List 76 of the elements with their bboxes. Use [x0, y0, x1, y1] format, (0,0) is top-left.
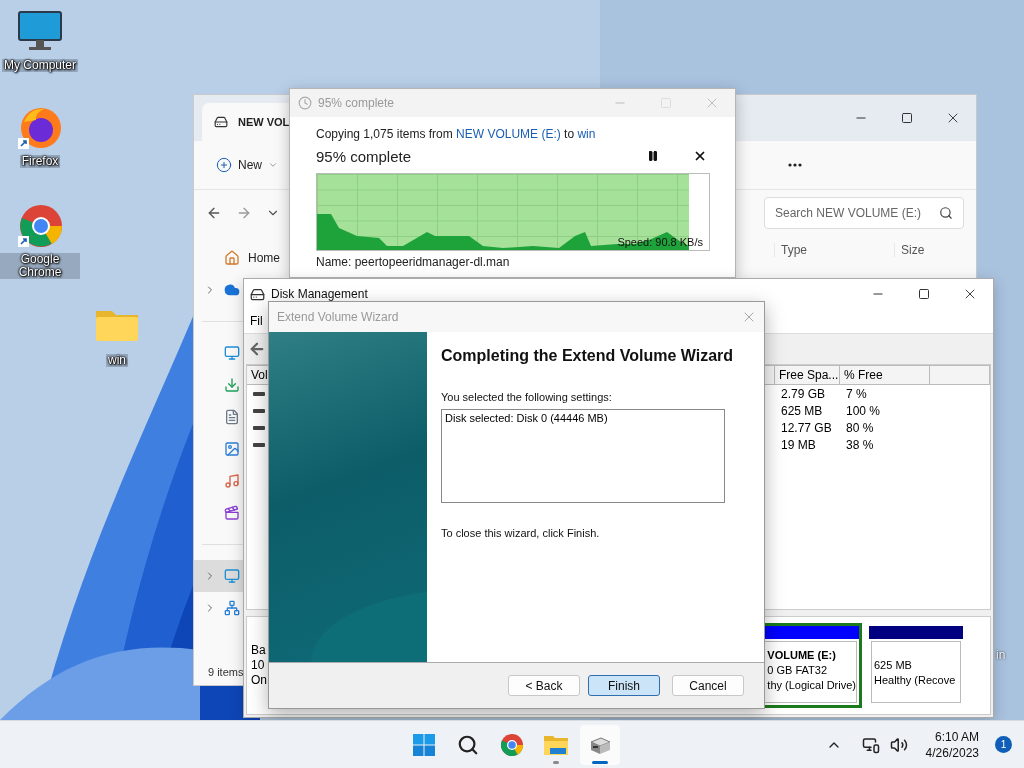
disk-label: 10: [251, 658, 266, 673]
maximize-icon[interactable]: [901, 112, 913, 124]
status-text: 9 items: [208, 666, 244, 678]
settings-item: Disk selected: Disk 0 (44446 MB): [445, 412, 609, 424]
drive-icon: [253, 408, 265, 413]
table-cell-text: 7 %: [845, 385, 868, 402]
document-icon: [224, 409, 240, 425]
picture-icon: [224, 441, 240, 457]
window-title: Disk Management: [271, 287, 369, 301]
search-icon: [457, 733, 479, 756]
table-cell-text: 625 MB: [780, 402, 824, 419]
sidebar-item[interactable]: Home: [194, 242, 286, 274]
notification-badge[interactable]: 1: [995, 736, 1012, 753]
chrome-icon: [500, 732, 524, 757]
partition-size: 0 GB FAT32: [767, 663, 829, 678]
back-icon[interactable]: [248, 340, 266, 358]
table-cell-text: 2.79 GB: [780, 385, 827, 402]
column-header[interactable]: Type: [774, 243, 894, 257]
music-icon: [224, 473, 240, 489]
search-field[interactable]: Search NEW VOLUME (E:): [764, 197, 964, 229]
progress-status: 95% complete: [316, 147, 413, 165]
back-icon[interactable]: [206, 205, 222, 221]
partition-status: thy (Logical Drive): [767, 678, 856, 693]
window-title: 95% complete: [318, 96, 396, 110]
chevron-down-icon: [268, 160, 278, 170]
sidebar-item[interactable]: [194, 560, 246, 592]
cloud-icon: [224, 282, 240, 298]
network-icon[interactable]: [861, 735, 880, 754]
volume-icon[interactable]: [889, 735, 908, 754]
windows-logo-icon: [412, 732, 436, 757]
forward-icon[interactable]: [236, 205, 252, 221]
monitor-icon: [224, 568, 240, 584]
target-link[interactable]: win: [577, 127, 596, 141]
download-icon: [224, 377, 240, 393]
table-cell-text: 19 MB: [780, 436, 817, 453]
pause-icon: [647, 150, 659, 162]
network-icon: [224, 600, 240, 616]
column-header[interactable]: Size: [894, 243, 964, 257]
prompt-text: You selected the following settings:: [441, 391, 613, 403]
table-cell-text: 12.77 GB: [780, 419, 833, 436]
dialog-button[interactable]: Finish: [588, 675, 660, 696]
drive-icon: [214, 115, 228, 129]
window-title: Extend Volume Wizard: [277, 310, 400, 324]
dialog-button[interactable]: Cancel: [672, 675, 744, 696]
partition-name: VOLUME (E:): [767, 648, 837, 663]
close-icon: [693, 149, 707, 163]
copy-summary: Copying 1,075 items from NEW VOLUME (E:) to win: [316, 127, 597, 141]
closing-text: To close this wizard, click Finish.: [441, 527, 601, 539]
new-button[interactable]: New: [212, 153, 282, 177]
clock-icon: [298, 96, 312, 110]
column-header[interactable]: Free Spa...: [775, 365, 840, 385]
drive-icon: [253, 425, 265, 430]
monitor-icon: [224, 345, 240, 361]
dialog-button[interactable]: < Back: [508, 675, 580, 696]
source-link[interactable]: NEW VOLUME (E:): [456, 127, 561, 141]
table-cell-text: 38 %: [845, 436, 875, 453]
column-header[interactable]: % Free: [840, 365, 930, 385]
maximize-icon[interactable]: [918, 288, 930, 300]
menu-item[interactable]: Fil: [250, 314, 263, 328]
disk-label: Ba: [251, 643, 267, 658]
drive-icon: [253, 442, 265, 447]
video-icon: [224, 505, 240, 521]
partition-size: 625 MB: [874, 658, 913, 673]
search-icon: [939, 206, 953, 220]
home-icon: [224, 250, 240, 266]
file-name: Name: peertopeeridmanager-dl.man: [316, 255, 511, 269]
disk-label: On: [251, 673, 268, 688]
table-cell-text: 80 %: [845, 419, 875, 436]
wizard-heading: Completing the Extend Volume Wizard: [441, 346, 735, 365]
clock[interactable]: 6:10 AM 4/26/2023: [925, 728, 979, 761]
drive-icon: [253, 391, 265, 396]
partition-status: Healthy (Recove: [874, 673, 957, 688]
folder-icon: [543, 733, 569, 756]
table-cell-text: 100 %: [845, 402, 882, 419]
more-icon: [788, 163, 802, 167]
plus-icon: [216, 157, 232, 173]
